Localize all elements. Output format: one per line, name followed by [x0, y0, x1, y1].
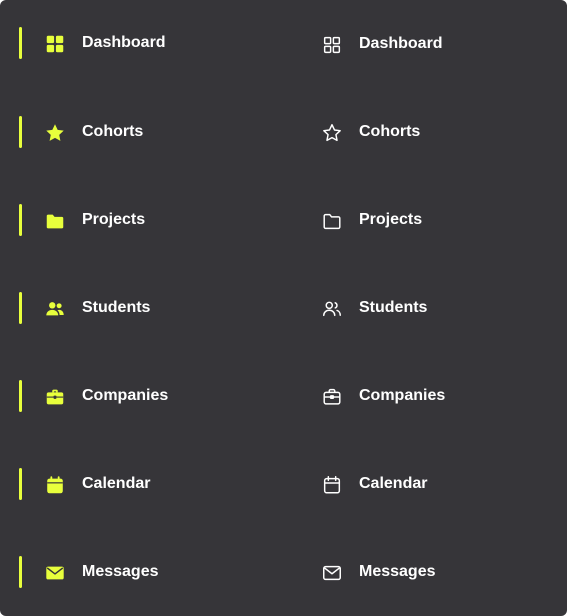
briefcase-icon [321, 386, 343, 408]
nav-item-label: Dashboard [359, 35, 443, 52]
nav-default-item-companies[interactable]: Companies [300, 379, 567, 413]
nav-default-item-messages[interactable]: Messages [300, 555, 567, 589]
active-indicator [19, 204, 22, 236]
nav-variants-panel: Dashboard Cohorts Projects Students Comp… [0, 0, 567, 616]
nav-item-label: Calendar [82, 475, 151, 492]
nav-active-item-dashboard[interactable]: Dashboard [0, 26, 270, 60]
nav-item-label: Companies [82, 387, 169, 404]
users-icon [321, 298, 343, 320]
active-indicator [19, 380, 22, 412]
nav-item-label: Messages [359, 563, 436, 580]
nav-active-item-projects[interactable]: Projects [0, 203, 270, 237]
nav-item-label: Cohorts [82, 123, 144, 140]
nav-item-label: Calendar [359, 475, 428, 492]
nav-active-item-companies[interactable]: Companies [0, 379, 270, 413]
star-icon [44, 122, 66, 144]
nav-item-label: Dashboard [82, 34, 166, 51]
dashboard-grid-icon [321, 34, 343, 56]
calendar-icon [44, 474, 66, 496]
nav-item-label: Projects [82, 211, 146, 228]
nav-item-label: Messages [82, 563, 159, 580]
active-indicator [19, 292, 22, 324]
mail-icon [44, 562, 66, 584]
active-indicator [19, 116, 22, 148]
briefcase-icon [44, 386, 66, 408]
calendar-icon [321, 474, 343, 496]
nav-active-column: Dashboard Cohorts Projects Students Comp… [0, 0, 280, 616]
folder-icon [321, 210, 343, 232]
mail-icon [321, 562, 343, 584]
nav-item-label: Companies [359, 387, 446, 404]
active-indicator [19, 556, 22, 588]
nav-default-item-projects[interactable]: Projects [300, 203, 567, 237]
users-icon [44, 298, 66, 320]
nav-active-item-calendar[interactable]: Calendar [0, 467, 270, 501]
nav-active-item-cohorts[interactable]: Cohorts [0, 115, 270, 149]
nav-default-item-calendar[interactable]: Calendar [300, 467, 567, 501]
nav-default-item-cohorts[interactable]: Cohorts [300, 115, 567, 149]
active-indicator [19, 27, 22, 59]
dashboard-grid-icon [44, 33, 66, 55]
nav-item-label: Projects [359, 211, 423, 228]
nav-default-column: Dashboard Cohorts Projects Students Comp [300, 0, 567, 616]
nav-item-label: Students [359, 299, 428, 316]
nav-item-label: Cohorts [359, 123, 421, 140]
active-indicator [19, 468, 22, 500]
nav-item-label: Students [82, 299, 151, 316]
nav-default-item-dashboard[interactable]: Dashboard [300, 27, 567, 61]
nav-active-item-messages[interactable]: Messages [0, 555, 270, 589]
nav-default-item-students[interactable]: Students [300, 291, 567, 325]
nav-active-item-students[interactable]: Students [0, 291, 270, 325]
folder-icon [44, 210, 66, 232]
star-icon [321, 122, 343, 144]
